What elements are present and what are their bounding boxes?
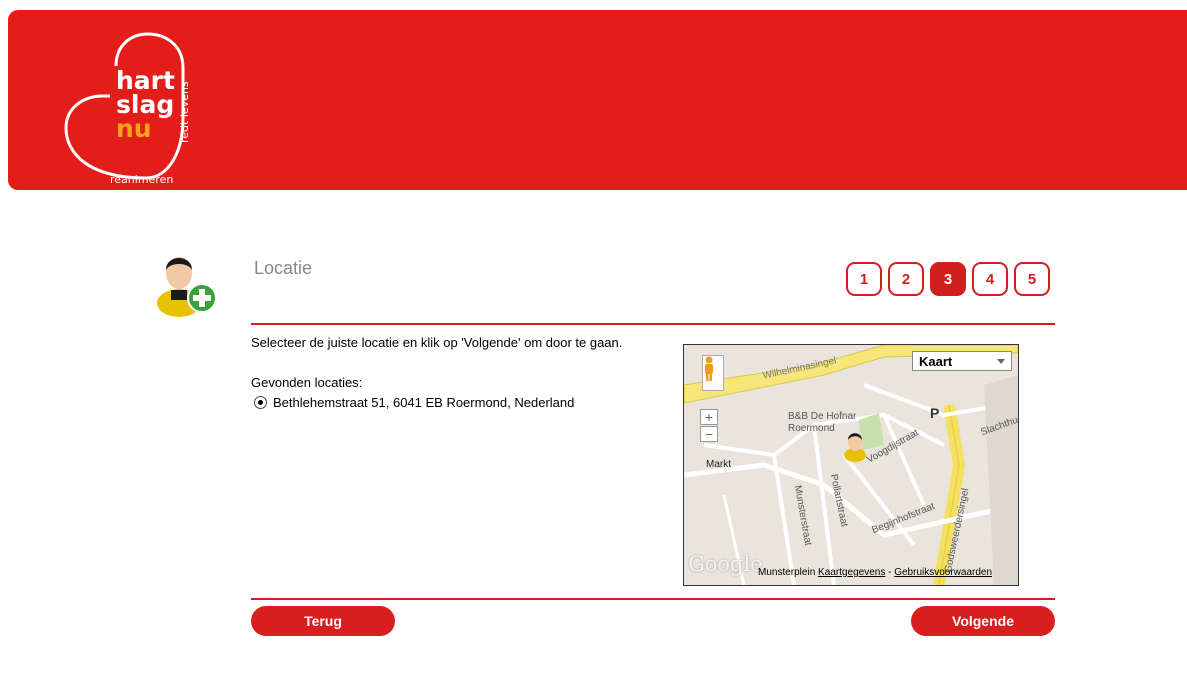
google-logo: Google <box>688 552 763 576</box>
step-4[interactable]: 4 <box>972 262 1008 296</box>
map-data-link[interactable]: Kaartgegevens <box>818 567 885 578</box>
found-locations-label: Gevonden locaties: <box>251 375 363 390</box>
logo-subtitle: reanimeren <box>110 173 174 186</box>
location-radio[interactable] <box>254 396 267 409</box>
street-view-pegman-icon[interactable] <box>702 355 724 391</box>
map-type-select[interactable]: Kaart <box>912 351 1012 371</box>
divider-top <box>251 323 1055 325</box>
hartslagnu-logo[interactable]: hart slag nu redt levens reanimeren <box>58 28 228 188</box>
map-view[interactable]: Wilhelminasingel B&B De Hofnar Roermond … <box>683 344 1019 586</box>
map-footer: Munsterplein Kaartgegevens - Gebruiksvoo… <box>758 567 992 578</box>
header-banner: hart slag nu redt levens reanimeren <box>8 10 1187 190</box>
step-2[interactable]: 2 <box>888 262 924 296</box>
chevron-down-icon <box>997 359 1005 364</box>
map-label-roermond: Roermond <box>788 423 835 434</box>
logo-slag: slag <box>116 90 175 119</box>
location-label[interactable]: Bethlehemstraat 51, 6041 EB Roermond, Ne… <box>273 395 574 410</box>
map-label-markt: Markt <box>706 459 731 470</box>
step-1[interactable]: 1 <box>846 262 882 296</box>
step-5[interactable]: 5 <box>1014 262 1050 296</box>
terms-link[interactable]: Gebruiksvoorwaarden <box>894 567 992 578</box>
logo-nu: nu <box>116 114 152 143</box>
logo-hart: hart <box>116 66 175 95</box>
zoom-in-button[interactable]: + <box>700 409 718 425</box>
logo-tagline: redt levens <box>178 81 191 143</box>
next-button[interactable]: Volgende <box>911 606 1055 636</box>
page-title: Locatie <box>254 258 313 278</box>
back-button[interactable]: Terug <box>251 606 395 636</box>
zoom-out-button[interactable]: − <box>700 426 718 442</box>
map-footer-place: Munsterplein <box>758 567 816 578</box>
location-option[interactable]: Bethlehemstraat 51, 6041 EB Roermond, Ne… <box>254 395 574 410</box>
step-indicator: 1 2 3 4 5 <box>846 262 1056 296</box>
instruction-text: Selecteer de juiste locatie en klik op '… <box>251 335 623 350</box>
map-footer-separator: - <box>885 567 895 578</box>
map-label-parking: P <box>930 405 940 421</box>
add-user-icon <box>152 248 222 318</box>
divider-bottom <box>251 598 1055 600</box>
map-label-bnb: B&B De Hofnar <box>788 411 857 422</box>
step-3[interactable]: 3 <box>930 262 966 296</box>
map-type-label: Kaart <box>919 353 953 369</box>
map-tiles <box>684 345 1018 585</box>
